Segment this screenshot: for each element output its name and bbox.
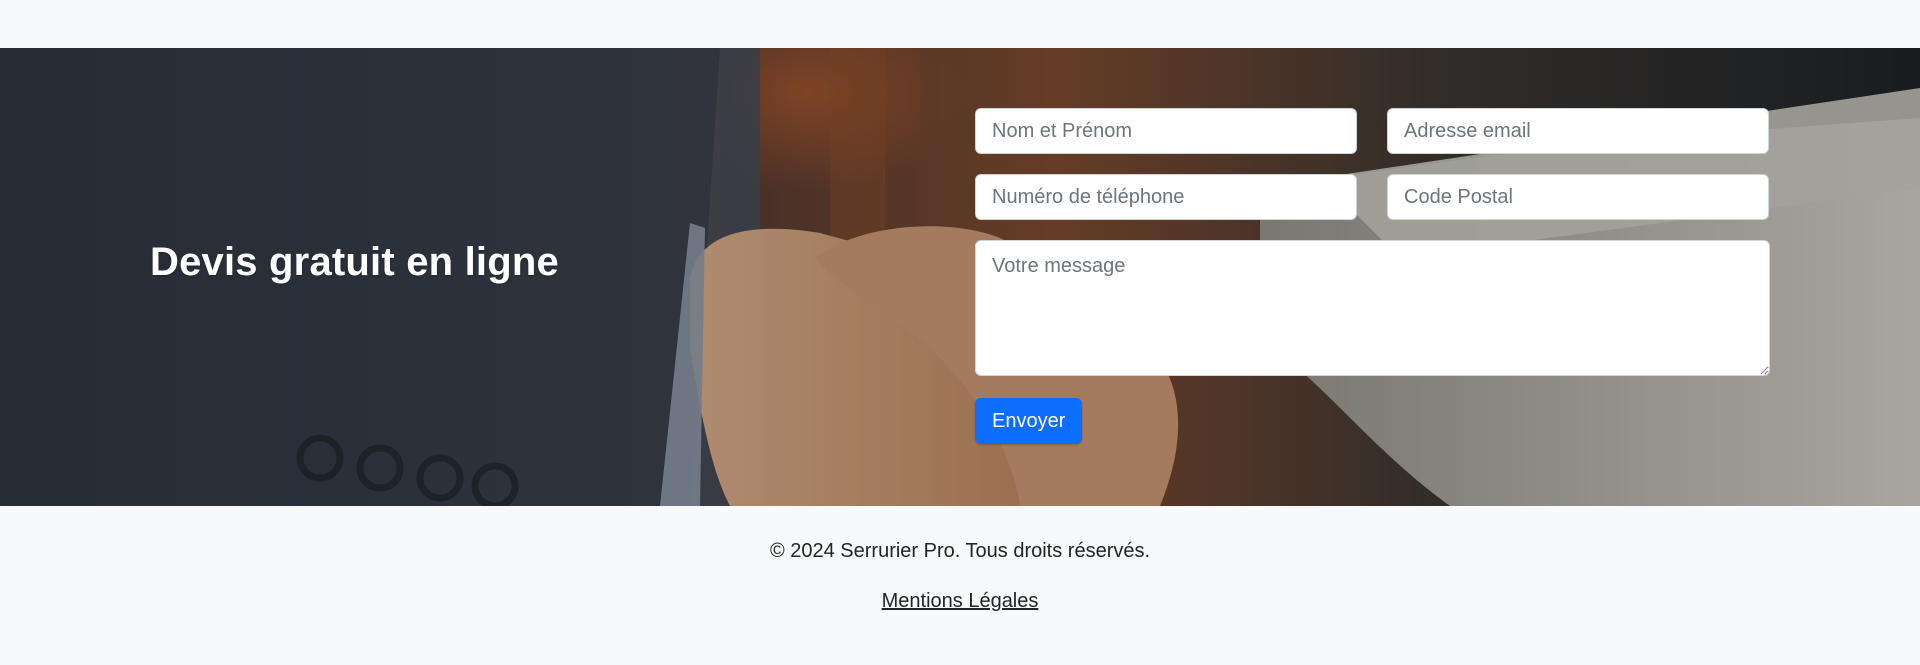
- legal-notice-link[interactable]: Mentions Légales: [882, 590, 1039, 613]
- message-textarea[interactable]: [975, 240, 1770, 376]
- hero-content: Devis gratuit en ligne Envoyer: [0, 48, 1920, 506]
- top-strip: [0, 0, 1920, 48]
- submit-button[interactable]: Envoyer: [975, 398, 1083, 444]
- copyright-text: © 2024 Serrurier Pro. Tous droits réserv…: [769, 540, 1151, 562]
- form-row-top: [975, 108, 1770, 154]
- phone-input[interactable]: [975, 174, 1357, 220]
- hero-section: Devis gratuit en ligne Envoyer: [0, 48, 1920, 506]
- email-input[interactable]: [1387, 108, 1769, 154]
- postal-code-input[interactable]: [1387, 174, 1769, 220]
- name-input[interactable]: [975, 108, 1357, 154]
- form-row-middle: [975, 174, 1770, 220]
- hero-title: Devis gratuit en ligne: [150, 240, 559, 284]
- page-footer: © 2024 Serrurier Pro. Tous droits réserv…: [0, 506, 1920, 665]
- quote-form: Envoyer: [975, 108, 1770, 444]
